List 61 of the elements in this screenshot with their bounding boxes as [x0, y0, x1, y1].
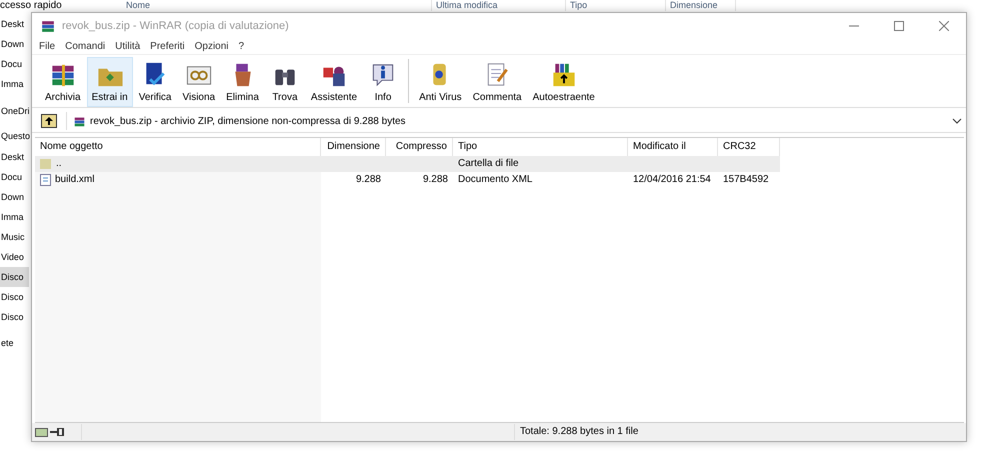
menu-item[interactable]: Preferiti	[146, 41, 189, 52]
menu-item[interactable]: File	[35, 41, 60, 52]
nav-item[interactable]: Music	[0, 227, 29, 247]
app-icon	[40, 18, 56, 34]
address-field[interactable]: revok_bus.zip - archivio ZIP, dimensione non-compressa di 9.288 bytes	[66, 112, 966, 130]
key-icon	[50, 428, 64, 436]
maximize-icon	[894, 21, 904, 31]
toolbar-button[interactable]: Autoestraente	[528, 57, 600, 107]
toolbar-button[interactable]: Elimina	[221, 57, 264, 107]
table-cell: build.xml	[35, 172, 321, 188]
nav-item[interactable]: Docu	[0, 54, 29, 74]
nav-item[interactable]: Deskt	[0, 14, 29, 34]
nav-item[interactable]: Disco	[0, 287, 29, 307]
folder-icon	[40, 158, 52, 170]
address-text: revok_bus.zip - archivio ZIP, dimensione non-compressa di 9.288 bytes	[90, 116, 407, 126]
archive-icon	[73, 114, 86, 128]
toolbar-button[interactable]: Commenta	[468, 57, 527, 107]
menu-item[interactable]: ?	[234, 41, 248, 52]
table-cell-text: 12/04/2016 21:54	[632, 173, 712, 187]
table-cell-text: 9.288	[354, 173, 382, 187]
menu-item[interactable]: Utilità	[111, 41, 144, 52]
nav-item[interactable]: Imma	[0, 207, 29, 227]
toolbar-button[interactable]: Info	[363, 57, 404, 107]
nav-item[interactable]: ccesso rapido	[0, 0, 100, 11]
table-cell: ..	[35, 156, 321, 172]
file-row[interactable]: build.xml 9.288 9.288 Documento XML 12/04/2016 21:54 157B4592	[35, 172, 780, 188]
table-cell-text: Cartella di file	[457, 157, 520, 171]
table-cell-text: 9.288	[422, 173, 449, 187]
toolbar-button[interactable]: Visiona	[178, 57, 220, 107]
nav-item[interactable]: Imma	[0, 74, 29, 94]
nav-item[interactable]: Docu	[0, 167, 29, 187]
nav-item[interactable]: Down	[0, 187, 29, 207]
nav-item[interactable]: Deskt	[0, 147, 29, 167]
menu-item[interactable]: Comandi	[61, 41, 110, 52]
column-header[interactable]: Ultima modifica	[432, 0, 566, 11]
table-cell-text: Documento XML	[457, 173, 534, 187]
menu-item[interactable]: Opzioni	[190, 41, 233, 52]
nav-item[interactable]: OneDri	[0, 101, 30, 121]
dropdown-icon[interactable]	[952, 118, 962, 124]
toolbar-button[interactable]: Estrai in	[86, 57, 133, 107]
toolbar-button[interactable]: Anti Virus	[414, 57, 467, 107]
drive-icon	[35, 428, 48, 436]
file-row[interactable]: .. Cartella di file	[35, 156, 780, 172]
nav-item[interactable]: ete	[0, 333, 29, 353]
toolbar-button[interactable]: Verifica	[134, 57, 176, 107]
window-title: revok_bus.zip - WinRAR (copia di valutazione)	[62, 20, 290, 32]
status-text: Totale: 9.288 bytes in 1 file	[514, 424, 638, 440]
document-icon	[40, 174, 51, 186]
nav-item[interactable]: Questo	[0, 126, 30, 146]
column-header[interactable]: Tipo	[566, 0, 666, 11]
nav-item[interactable]: Down	[0, 34, 29, 54]
toolbar-button[interactable]: Assistente	[306, 57, 362, 107]
table-cell-text: 157B4592	[722, 173, 770, 187]
nav-item[interactable]: Disco	[0, 267, 29, 287]
column-header[interactable]: Dimensione	[666, 0, 736, 11]
nav-item[interactable]: Disco	[0, 307, 29, 327]
toolbar-button[interactable]: Trova	[264, 57, 305, 107]
nav-item[interactable]: Video	[0, 247, 29, 267]
column-header[interactable]: Nome	[122, 0, 432, 11]
toolbar-button[interactable]: Archivia	[40, 57, 86, 107]
close-icon	[938, 21, 948, 31]
